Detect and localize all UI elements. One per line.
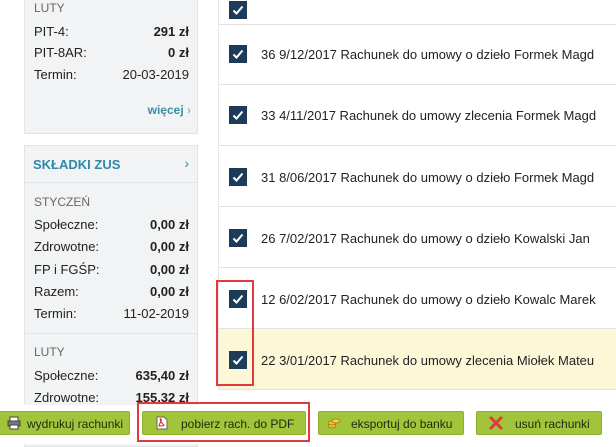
zus-row: FP i FGŚP: 0,00 zł	[34, 262, 189, 280]
bill-text: 26 7/02/2017 Rachunek do umowy o dzieło …	[261, 231, 590, 246]
tax-row-pit4: PIT-4: 291 zł	[34, 24, 189, 42]
list-item[interactable]: 31 8/06/2017 Rachunek do umowy o dzieło …	[219, 146, 616, 207]
zus-month: LUTY	[34, 345, 65, 359]
zus-row: Społeczne: 635,40 zł	[34, 368, 189, 386]
zus-value: 11-02-2019	[123, 306, 189, 321]
export-to-bank-button[interactable]: eksportuj do banku	[318, 411, 464, 435]
tax-value: 0 zł	[168, 45, 189, 60]
zus-value: 0,00 zł	[149, 262, 189, 277]
zus-label: Zdrowotne:	[34, 390, 100, 405]
checkbox-checked-icon[interactable]	[229, 1, 247, 19]
zus-month: STYCZEŃ	[34, 195, 91, 209]
zus-row: Razem: 0,00 zł	[34, 284, 189, 302]
list-item[interactable]	[219, 0, 616, 25]
tax-more-link[interactable]: więcej ›	[148, 103, 191, 117]
bill-text: 12 6/02/2017 Rachunek do umowy o dzieło …	[261, 292, 596, 307]
printer-icon	[7, 416, 21, 430]
delete-bills-button[interactable]: usuń rachunki	[476, 411, 602, 435]
divider	[25, 333, 197, 334]
tax-value: 291 zł	[153, 24, 189, 39]
zus-row: Termin: 11-02-2019	[34, 306, 189, 324]
button-label: wydrukuj rachunki	[27, 417, 124, 431]
zus-row: Społeczne: 0,00 zł	[34, 217, 189, 235]
zus-value: 635,40 zł	[135, 368, 190, 383]
tax-value: 20-03-2019	[122, 67, 190, 82]
zus-title: SKŁADKI ZUS	[33, 157, 121, 172]
list-item[interactable]: 22 3/01/2017 Rachunek do umowy zlecenia …	[219, 329, 616, 390]
chevron-right-icon: ›	[187, 103, 191, 117]
checkbox-checked-icon[interactable]	[229, 45, 247, 63]
bill-text: 33 4/11/2017 Rachunek do umowy zlecenia …	[261, 108, 597, 123]
tax-label: Termin:	[34, 67, 77, 82]
checkbox-checked-icon[interactable]	[229, 229, 247, 247]
zus-label: Społeczne:	[34, 368, 99, 383]
zus-label: FP i FGŚP:	[34, 262, 100, 277]
pdf-button-highlight-box	[137, 402, 310, 442]
zus-value: 0,00 zł	[149, 284, 189, 299]
tax-label: PIT-8AR:	[34, 45, 87, 60]
tax-label: PIT-4:	[34, 24, 69, 39]
list-item[interactable]: 33 4/11/2017 Rachunek do umowy zlecenia …	[219, 85, 616, 146]
bill-text: 36 9/12/2017 Rachunek do umowy o dzieło …	[261, 47, 595, 62]
zus-label: Społeczne:	[34, 217, 99, 232]
selection-highlight-box	[216, 280, 254, 386]
bill-text: 22 3/01/2017 Rachunek do umowy zlecenia …	[261, 353, 595, 368]
bill-text: 31 8/06/2017 Rachunek do umowy o dzieło …	[261, 170, 595, 185]
print-bills-button[interactable]: wydrukuj rachunki	[0, 411, 130, 435]
tax-row-deadline: Termin: 20-03-2019	[34, 67, 189, 85]
more-label: więcej	[147, 103, 184, 117]
list-item[interactable]: 26 7/02/2017 Rachunek do umowy o dzieło …	[219, 207, 616, 268]
delete-x-icon	[489, 416, 503, 430]
zus-row: Zdrowotne: 0,00 zł	[34, 239, 189, 257]
button-label: eksportuj do banku	[351, 417, 453, 431]
zus-label: Zdrowotne:	[34, 239, 100, 254]
list-item[interactable]: 12 6/02/2017 Rachunek do umowy o dzieło …	[219, 268, 616, 329]
zus-value: 0,00 zł	[149, 217, 189, 232]
zus-value: 0,00 zł	[149, 239, 189, 254]
checkbox-checked-icon[interactable]	[229, 168, 247, 186]
chevron-right-icon: ›	[184, 155, 189, 171]
coins-icon	[327, 418, 341, 429]
button-label: usuń rachunki	[515, 417, 590, 431]
tax-card: LUTY PIT-4: 291 zł PIT-8AR: 0 zł Termin:…	[24, 0, 198, 134]
zus-header[interactable]: SKŁADKI ZUS ›	[25, 146, 197, 183]
checkbox-checked-icon[interactable]	[229, 106, 247, 124]
bills-list: 36 9/12/2017 Rachunek do umowy o dzieło …	[218, 0, 616, 390]
list-item[interactable]: 36 9/12/2017 Rachunek do umowy o dzieło …	[219, 24, 616, 85]
tax-month: LUTY	[34, 1, 65, 15]
zus-label: Razem:	[34, 284, 79, 299]
tax-row-pit8ar: PIT-8AR: 0 zł	[34, 45, 189, 63]
zus-label: Termin:	[34, 306, 77, 321]
